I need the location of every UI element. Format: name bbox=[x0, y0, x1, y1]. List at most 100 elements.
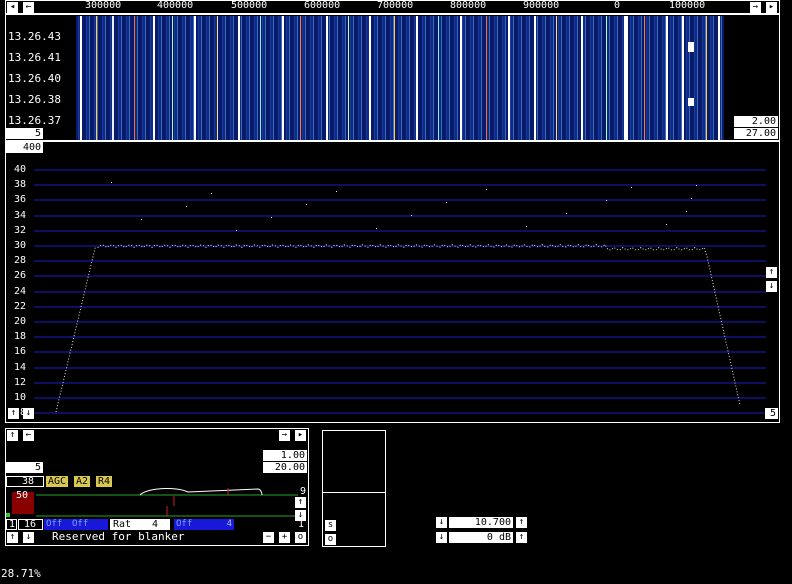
freq-up-button[interactable]: ↑ bbox=[516, 517, 527, 528]
db-up-button[interactable]: ↑ bbox=[516, 532, 527, 543]
spectrum-peak-dot bbox=[691, 198, 692, 199]
freq-down-button[interactable]: ↓ bbox=[436, 517, 447, 528]
spectrum-peak-dot bbox=[141, 219, 142, 220]
spectrum-ytick-label: 14 bbox=[13, 362, 26, 373]
spectrum-ytick-label: 20 bbox=[13, 316, 26, 327]
spectrum-graph[interactable] bbox=[6, 142, 778, 422]
freq-tick-300000: 300000 bbox=[85, 0, 122, 11]
spectrum-ytick-label: 40 bbox=[13, 164, 26, 175]
spectrum-peak-dot bbox=[306, 204, 307, 205]
value-4-button[interactable]: 4 bbox=[198, 519, 234, 530]
bb-avg-field[interactable]: 5 bbox=[6, 462, 43, 473]
spectrum-ytick-label: 34 bbox=[13, 210, 26, 221]
bb-right-button[interactable]: ▸ bbox=[295, 430, 306, 441]
waterfall-gain-field[interactable]: 2.00 bbox=[734, 116, 778, 127]
s-scale-9: 9 bbox=[300, 486, 307, 497]
o-button[interactable]: o bbox=[295, 532, 306, 543]
spectrum-peak-dot bbox=[211, 193, 212, 194]
spectrum-peak-dot bbox=[696, 185, 697, 186]
scroll-right-button[interactable]: ▸ bbox=[766, 2, 777, 13]
spectrum-peak-dot bbox=[376, 228, 377, 229]
spectrum-ytick-label: 36 bbox=[13, 194, 26, 205]
cpu-load-status: 28.71% bbox=[1, 567, 41, 580]
spectrum-ytick-label: 12 bbox=[13, 377, 26, 388]
spectrum-peak-dot bbox=[631, 187, 632, 188]
scroll-right-fast-button[interactable]: → bbox=[750, 2, 761, 13]
s-meter-indicator bbox=[6, 513, 10, 517]
freq-tick-800000: 800000 bbox=[450, 0, 487, 11]
scroll-left-button[interactable]: ◂ bbox=[7, 2, 18, 13]
waterfall-time-5: 13.26.37 bbox=[8, 114, 61, 127]
freq-tick-100000: 100000 bbox=[669, 0, 706, 11]
spectrum-peak-dot bbox=[566, 213, 567, 214]
s-button[interactable]: s bbox=[325, 520, 336, 531]
waterfall-zero-field[interactable]: 27.00 bbox=[734, 128, 778, 139]
off-button-2[interactable]: Off bbox=[70, 519, 108, 530]
off-button-3[interactable]: Off bbox=[174, 519, 200, 530]
spectrum-scroll-up-button[interactable]: ↑ bbox=[8, 408, 19, 419]
s-scale-1: 1 bbox=[298, 519, 305, 530]
o-side-button[interactable]: o bbox=[325, 534, 336, 545]
freq-tick-700000: 700000 bbox=[377, 0, 414, 11]
spectrum-peak-dot bbox=[666, 224, 667, 225]
spectrum-ytick-label: 16 bbox=[13, 346, 26, 357]
bb-left-fast-button[interactable]: ← bbox=[23, 430, 34, 441]
blanker-up-button[interactable]: ↑ bbox=[7, 532, 18, 543]
spectrum-up-button[interactable]: ↑ bbox=[766, 267, 777, 278]
spectrum-peak-dot bbox=[606, 200, 607, 201]
bb-left-button[interactable]: ↑ bbox=[7, 430, 18, 441]
freq-field[interactable]: 10.700 bbox=[449, 517, 513, 528]
blanker-label: Reserved for blanker bbox=[52, 530, 185, 543]
rat-label: Rat bbox=[113, 519, 132, 530]
spectrum-ytick-label: 28 bbox=[13, 255, 26, 266]
spectrum-peak-dot bbox=[236, 230, 237, 231]
spectrum-right-field[interactable]: 5 bbox=[765, 408, 778, 419]
blanker-down-button[interactable]: ↓ bbox=[23, 532, 34, 543]
bb-gain-field[interactable]: 1.00 bbox=[263, 450, 307, 461]
spectrum-peak-dot bbox=[186, 206, 187, 207]
spectrum-ytick-label: 10 bbox=[13, 392, 26, 403]
scroll-left-fast-button[interactable]: ← bbox=[23, 2, 34, 13]
off-button-1[interactable]: Off bbox=[44, 519, 72, 530]
freq-tick-900000: 900000 bbox=[523, 0, 560, 11]
spectrum-peak-dot bbox=[486, 189, 487, 190]
side-divider bbox=[323, 492, 385, 493]
spectrum-down-button[interactable]: ↓ bbox=[766, 281, 777, 292]
spectrum-ytick-label: 18 bbox=[13, 331, 26, 342]
spectrum-trace bbox=[55, 243, 741, 413]
spectrum-scroll-down-button[interactable]: ↓ bbox=[23, 408, 34, 419]
spectrum-ytick-label: 22 bbox=[13, 301, 26, 312]
spectrum-peak-dot bbox=[526, 226, 527, 227]
num-16-field[interactable]: 16 bbox=[24, 519, 36, 530]
plus-button[interactable]: + bbox=[279, 532, 290, 543]
spectrum-peak-dot bbox=[686, 211, 687, 212]
spectrum-peak-dot bbox=[271, 217, 272, 218]
minus-button[interactable]: − bbox=[263, 532, 274, 543]
freq-tick-600000: 600000 bbox=[304, 0, 341, 11]
bw-field[interactable]: 38 bbox=[22, 476, 34, 487]
db-down-button[interactable]: ↓ bbox=[436, 532, 447, 543]
waterfall-time-3: 13.26.40 bbox=[8, 72, 61, 85]
spectrum-peak-dot bbox=[411, 215, 412, 216]
waterfall-time-1: 13.26.43 bbox=[8, 30, 61, 43]
spectrum-ytick-label: 30 bbox=[13, 240, 26, 251]
filter-up-button[interactable]: ↑ bbox=[295, 497, 306, 508]
freq-tick-500000: 500000 bbox=[231, 0, 268, 11]
spectrum-ytick-label: 32 bbox=[13, 225, 26, 236]
spectrum-peak-dot bbox=[336, 191, 337, 192]
db-field[interactable]: 0 dB bbox=[449, 532, 513, 543]
bb-zero-field[interactable]: 20.00 bbox=[263, 462, 307, 473]
spectrum-ytick-label: 26 bbox=[13, 270, 26, 281]
freq-tick-400000: 400000 bbox=[157, 0, 194, 11]
rat-value[interactable]: 4 bbox=[152, 519, 158, 530]
waterfall-avg-field[interactable]: 5 bbox=[6, 128, 43, 139]
waterfall-time-4: 13.26.38 bbox=[8, 93, 61, 106]
spectrum-peak-dot bbox=[111, 182, 112, 183]
filter-shape-display[interactable] bbox=[36, 486, 298, 518]
num-1-field[interactable]: 1 bbox=[9, 519, 15, 530]
waterfall-display[interactable] bbox=[76, 16, 724, 140]
freq-tick-0: 0 bbox=[614, 0, 621, 11]
waterfall-time-2: 13.26.41 bbox=[8, 51, 61, 64]
bb-right-fast-button[interactable]: → bbox=[279, 430, 290, 441]
spectrum-ytick-label: 38 bbox=[13, 179, 26, 190]
